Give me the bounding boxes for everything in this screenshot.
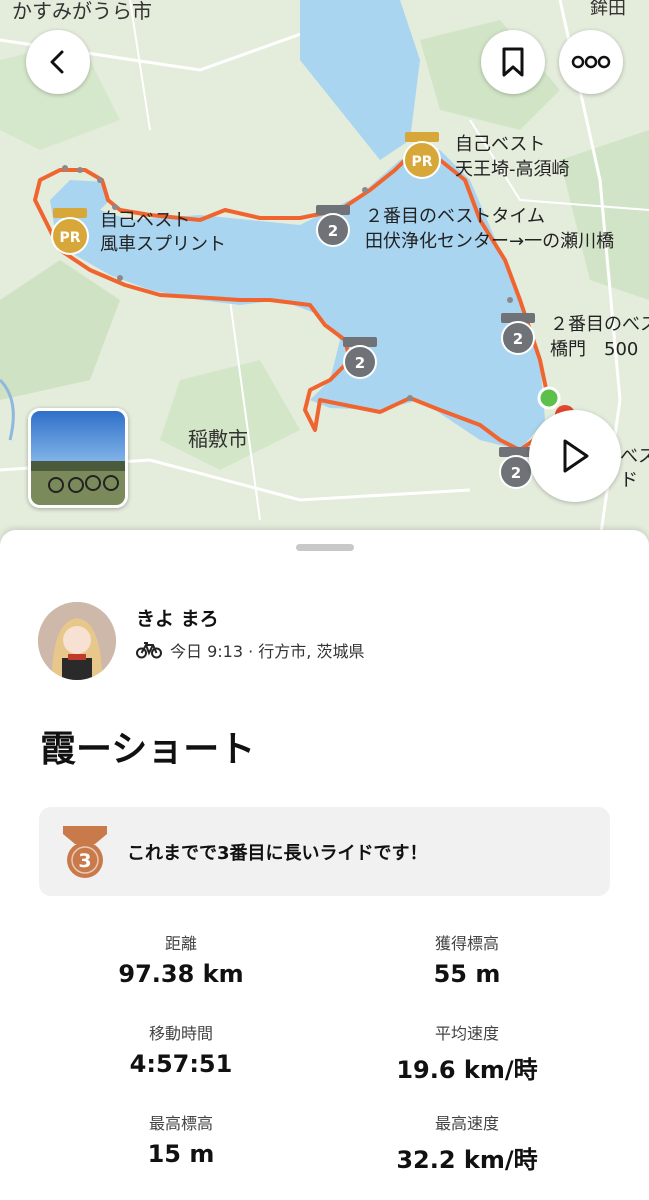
segment-name: 天王埼-高須崎: [455, 159, 570, 180]
stat-distance: 距離 97.38 km: [21, 930, 341, 988]
stat-value: 55 m: [433, 960, 501, 988]
start-point-marker: [537, 386, 561, 410]
back-button[interactable]: [26, 30, 90, 94]
stat-label: 平均速度: [434, 1024, 499, 1043]
athlete-name[interactable]: きよ まろ: [136, 604, 219, 631]
play-route-button[interactable]: [529, 410, 621, 502]
stat-value: 15 m: [147, 1140, 215, 1168]
play-icon: [563, 439, 589, 473]
stat-average-speed: 平均速度 19.6 km/時: [307, 1020, 627, 1085]
stat-value: 4:57:51: [129, 1050, 233, 1078]
stat-value: 19.6 km/時: [396, 1056, 538, 1084]
more-options-button[interactable]: [559, 30, 623, 94]
more-options-icon: [571, 55, 611, 69]
photo-image: [31, 411, 125, 505]
segment-label: 自己ベスト: [100, 210, 190, 231]
bookmark-button[interactable]: [481, 30, 545, 94]
achievement-banner[interactable]: 3 これまでで3番目に長いライドです！: [39, 807, 610, 896]
segment-name: 風車スプリント: [100, 234, 226, 255]
bronze-medal-icon: 3: [63, 825, 107, 878]
stat-label: 最高標高: [148, 1114, 213, 1133]
stat-max-speed: 最高速度 32.2 km/時: [307, 1110, 627, 1175]
segment-name: ド: [620, 470, 638, 491]
activity-detail-sheet[interactable]: きよ まろ 今日 9:13 · 行方市, 茨城県 霞ーショート 3 これまでで3…: [0, 530, 649, 1200]
silver-badge-label: 2: [355, 354, 365, 372]
stat-label: 最高速度: [434, 1114, 499, 1133]
pr-medal-icon[interactable]: PR: [51, 208, 89, 255]
silver-medal-icon[interactable]: 2: [501, 313, 535, 355]
silver-medal-icon[interactable]: 2: [316, 205, 350, 247]
stat-label: 距離: [164, 934, 197, 953]
segment-name: 田伏浄化センター→一の瀬川橋: [365, 231, 614, 252]
place-label-inashiki: 稲敷市: [188, 427, 248, 451]
place-label-kasumigaura: かすみがうら市: [12, 0, 152, 23]
chevron-left-icon: [50, 50, 64, 74]
segment-label: べス: [620, 446, 649, 467]
silver-medal-icon[interactable]: 2: [343, 337, 377, 379]
segment-label: ２番目のベストタイム: [365, 206, 545, 227]
bike-icon: [136, 642, 162, 659]
avatar[interactable]: [38, 602, 116, 680]
activity-photo-thumbnail[interactable]: [28, 408, 128, 508]
stat-max-elevation: 最高標高 15 m: [21, 1110, 341, 1168]
stat-label: 獲得標高: [434, 934, 499, 953]
activity-date-location: 今日 9:13 · 行方市, 茨城県: [170, 642, 365, 661]
place-label-hokota: 鉾田: [590, 0, 626, 19]
stat-moving-time: 移動時間 4:57:51: [21, 1020, 341, 1078]
bookmark-icon: [502, 47, 524, 77]
medal-rank: 3: [78, 850, 91, 872]
activity-title: 霞ーショート: [40, 729, 256, 770]
segment-label: ２番目のべス: [550, 314, 649, 335]
achievement-text: これまでで3番目に長いライドです！: [127, 842, 428, 864]
silver-medal-icon[interactable]: 2: [499, 447, 533, 489]
sheet-drag-handle[interactable]: [296, 544, 354, 551]
segment-name: 橋門 500: [550, 339, 638, 360]
avatar-image: [38, 602, 116, 680]
pr-badge-label: PR: [59, 230, 80, 246]
segment-label: 自己ベスト: [455, 134, 545, 155]
pr-badge-label: PR: [411, 154, 432, 170]
stat-elevation-gain: 獲得標高 55 m: [307, 930, 627, 988]
silver-badge-label: 2: [328, 222, 338, 240]
stat-value: 97.38 km: [118, 960, 244, 988]
pr-medal-icon[interactable]: PR: [403, 132, 441, 179]
silver-badge-label: 2: [513, 330, 523, 348]
silver-badge-label: 2: [511, 464, 521, 482]
stat-label: 移動時間: [148, 1024, 213, 1043]
stat-value: 32.2 km/時: [396, 1146, 538, 1174]
activity-meta: 今日 9:13 · 行方市, 茨城県: [136, 638, 364, 662]
